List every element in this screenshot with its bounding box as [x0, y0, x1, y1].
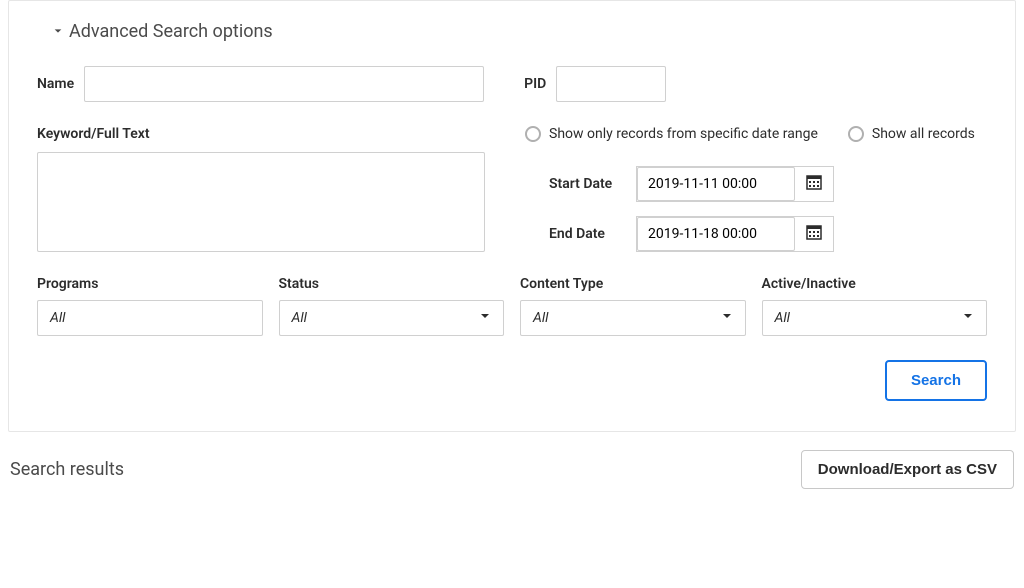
start-date-input[interactable]: [637, 167, 795, 201]
calendar-icon: [806, 224, 822, 244]
results-title: Search results: [10, 459, 124, 480]
active-value: All: [775, 310, 790, 326]
results-header-row: Search results Download/Export as CSV: [0, 450, 1024, 493]
start-date-field: Start Date: [549, 166, 987, 202]
radio-specific-label: Show only records from specific date ran…: [549, 126, 818, 142]
content-type-label: Content Type: [520, 276, 746, 292]
chevron-down-icon: [721, 310, 733, 326]
status-filter: Status All: [279, 276, 505, 336]
active-label: Active/Inactive: [762, 276, 988, 292]
content-type-value: All: [533, 310, 548, 326]
programs-value: All: [50, 310, 65, 326]
programs-label: Programs: [37, 276, 263, 292]
content-type-filter: Content Type All: [520, 276, 746, 336]
active-filter: Active/Inactive All: [762, 276, 988, 336]
keyword-textarea[interactable]: [37, 152, 485, 252]
status-label: Status: [279, 276, 505, 292]
radio-all-label: Show all records: [872, 126, 975, 142]
calendar-icon: [806, 174, 822, 194]
start-date-calendar-button[interactable]: [795, 167, 833, 201]
export-csv-button[interactable]: Download/Export as CSV: [801, 450, 1014, 489]
radio-icon: [525, 126, 541, 142]
end-date-calendar-button[interactable]: [795, 217, 833, 251]
search-button[interactable]: Search: [885, 360, 987, 401]
section-title: Advanced Search options: [69, 21, 273, 42]
advanced-search-panel: Advanced Search options Name PID Keyword…: [8, 0, 1016, 432]
active-select[interactable]: All: [762, 300, 988, 336]
end-date-input[interactable]: [637, 217, 795, 251]
pid-label: PID: [524, 76, 546, 92]
programs-filter: Programs All: [37, 276, 263, 336]
end-date-field: End Date: [549, 216, 987, 252]
status-value: All: [292, 310, 307, 326]
content-type-select[interactable]: All: [520, 300, 746, 336]
name-label: Name: [37, 76, 74, 92]
status-select[interactable]: All: [279, 300, 505, 336]
pid-input[interactable]: [556, 66, 666, 102]
end-date-label: End Date: [549, 226, 624, 242]
radio-specific-range[interactable]: Show only records from specific date ran…: [525, 126, 818, 142]
name-input[interactable]: [84, 66, 484, 102]
chevron-down-icon: [962, 310, 974, 326]
radio-icon: [848, 126, 864, 142]
chevron-down-icon: [53, 24, 63, 40]
section-header[interactable]: Advanced Search options: [53, 21, 987, 42]
keyword-label: Keyword/Full Text: [37, 126, 485, 142]
keyword-field: Keyword/Full Text: [37, 126, 485, 252]
radio-show-all[interactable]: Show all records: [848, 126, 975, 142]
name-field: Name: [37, 66, 484, 102]
pid-field: PID: [524, 66, 666, 102]
date-filter-column: Show only records from specific date ran…: [525, 126, 987, 252]
programs-select[interactable]: All: [37, 300, 263, 336]
start-date-label: Start Date: [549, 176, 624, 192]
chevron-down-icon: [479, 310, 491, 326]
